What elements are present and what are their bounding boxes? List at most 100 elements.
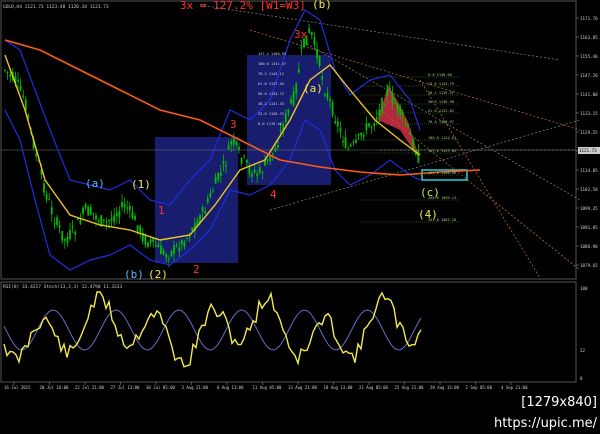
price-axis-label: 1086.90 (580, 244, 598, 249)
candle-body (97, 220, 100, 222)
candle-body (365, 123, 368, 131)
candle-body (167, 258, 170, 260)
candle-body (53, 223, 56, 225)
current-price-label: 1121.73 (579, 148, 597, 153)
candle-body (388, 87, 391, 90)
candle-body (308, 28, 311, 33)
candle-body (258, 167, 261, 173)
time-axis-label: 16 Jul 2015 (4, 385, 31, 390)
candle-body (87, 206, 90, 216)
candle-body (360, 132, 363, 136)
candle-body (378, 109, 381, 117)
rsi-info: RSI(8) 33.4217 Stoch(13,3,3) 12.4790 11.… (3, 284, 122, 290)
time-axis-label: 27 Jul 13:00 (111, 385, 140, 390)
candle-body (217, 172, 220, 181)
candle-body (74, 231, 77, 235)
candle-body (336, 121, 339, 127)
rsi-axis-label: 32 (580, 348, 586, 353)
candle-body (412, 139, 415, 150)
candle-body (154, 245, 157, 247)
fib-label: 100.0 1151.47 (258, 62, 286, 66)
candle-body (173, 245, 175, 254)
candle-body (271, 152, 274, 155)
candle-body (134, 215, 136, 221)
candle-body (313, 37, 316, 45)
candle-body (191, 227, 194, 231)
candle-body (118, 211, 121, 218)
candle-body (396, 103, 399, 112)
fib-label: 100.0 1124.01 (428, 136, 456, 140)
candle-body (339, 128, 342, 132)
candle-body (56, 217, 58, 225)
fib-label: 23.6 1143.79 (428, 82, 454, 86)
candle-body (401, 112, 404, 116)
wave-label: (a) (85, 177, 105, 190)
candle-body (149, 239, 152, 243)
time-axis-label: 13 Aug 21:00 (288, 385, 317, 390)
candle-body (170, 250, 173, 257)
candle-body (329, 98, 331, 101)
candle-body (347, 149, 350, 151)
chart-canvas[interactable]: GOLD,H4 1121.73 1123.48 1120.34 1121.73 … (0, 0, 600, 413)
candle-body (186, 237, 188, 239)
candle-body (297, 69, 300, 73)
rsi-axis-label: 0 (580, 376, 583, 381)
time-axis-label: 2 Sep 05:00 (466, 385, 493, 390)
candle-body (352, 141, 355, 143)
candle-body (157, 244, 160, 248)
candle-body (126, 207, 129, 209)
candle-body (58, 225, 61, 228)
time-axis-label: 25 Aug 21:00 (395, 385, 424, 390)
candle-body (108, 219, 110, 222)
candle-body (69, 229, 71, 240)
fib-label: 127.2 1160.95 (258, 52, 286, 56)
candle-body (355, 139, 357, 143)
candle-body (238, 146, 240, 150)
candle-body (230, 141, 233, 145)
price-axis-label: 1171.70 (580, 16, 598, 21)
candle-body (316, 49, 318, 59)
time-axis-label: 4 Sep 21:00 (501, 385, 528, 390)
candle-body (162, 250, 165, 255)
candle-body (284, 113, 287, 123)
candle-body (404, 123, 407, 125)
candle-body (222, 161, 225, 164)
price-axis-label: 1099.35 (580, 206, 598, 211)
candle-body (160, 245, 162, 255)
candle-body (183, 242, 186, 248)
fib-label: 38.2 1131.33 (258, 102, 284, 106)
candle-body (399, 105, 402, 116)
candle-body (331, 102, 334, 116)
fib-label: 38.2 1139.97 (428, 91, 454, 95)
candle-body (349, 144, 352, 147)
candle-body (362, 135, 365, 137)
fib-label: 200.0 1099.13 (428, 196, 456, 200)
rsi-axis-label: 100 (580, 286, 588, 291)
candle-body (188, 236, 191, 238)
candle-body (277, 145, 279, 148)
symbol-info: GOLD,H4 1121.73 1123.48 1120.34 1121.73 (3, 4, 109, 10)
candle-body (407, 124, 409, 128)
candle-body (344, 137, 347, 149)
candle-body (214, 176, 217, 184)
candle-body (84, 204, 87, 209)
candle-body (95, 215, 97, 220)
candle-body (381, 98, 383, 112)
candle-body (251, 173, 253, 177)
candle-body (139, 225, 142, 233)
candle-body (45, 193, 48, 200)
candle-body (136, 225, 139, 232)
wave-label: 2 (193, 263, 200, 276)
candle-body (147, 242, 149, 248)
candle-body (310, 32, 313, 36)
fib-label: 161.8 1108.96 (428, 171, 456, 175)
candle-body (121, 202, 123, 208)
candle-body (232, 138, 235, 145)
price-axis-label: 1102.50 (580, 187, 598, 192)
candle-body (43, 183, 45, 193)
candle-body (279, 130, 282, 132)
candle-body (105, 221, 108, 223)
candle-body (248, 166, 251, 174)
candle-body (375, 117, 378, 120)
candle-body (295, 83, 298, 94)
